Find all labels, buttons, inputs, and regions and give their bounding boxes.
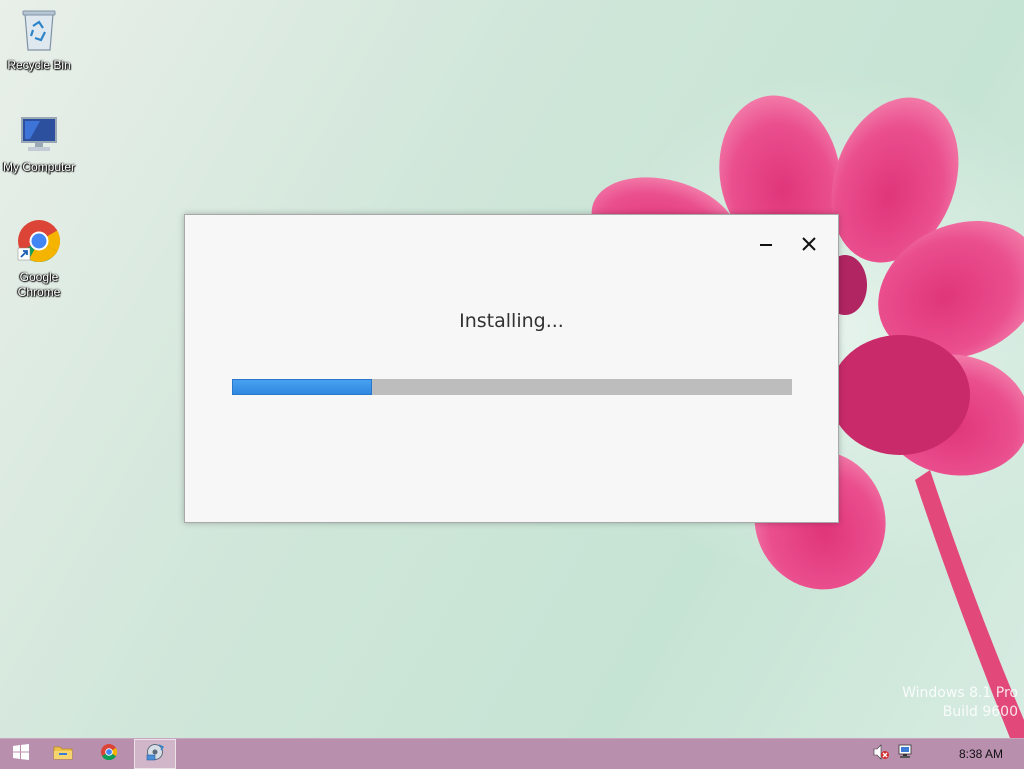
minimize-icon <box>759 236 773 255</box>
desktop-icon-google-chrome[interactable]: Google Chrome <box>0 218 78 300</box>
taskbar-clock[interactable]: 8:38 AM <box>946 739 1016 769</box>
desktop-icon-label: Google Chrome <box>17 270 61 299</box>
desktop-icon-label: Recycle Bin <box>7 58 71 72</box>
network-icon <box>897 744 915 764</box>
taskbar-chrome[interactable] <box>88 739 130 769</box>
taskbar-installer[interactable] <box>134 739 176 769</box>
taskbar-file-explorer[interactable] <box>42 739 84 769</box>
tray-network[interactable] <box>897 744 915 764</box>
recycle-bin-icon <box>0 6 78 56</box>
install-progress-bar <box>232 379 792 395</box>
minimize-button[interactable] <box>751 233 781 257</box>
install-progress-fill <box>232 379 372 395</box>
desktop-icon-recycle-bin[interactable]: Recycle Bin <box>0 6 78 73</box>
windows-start-icon <box>13 744 29 764</box>
windows-version-watermark: Windows 8.1 Pro Build 9600 <box>902 684 1018 722</box>
installer-dialog: Installing... <box>184 214 839 523</box>
installer-icon <box>145 742 165 766</box>
close-button[interactable] <box>794 233 824 257</box>
taskbar: 8:38 AM <box>0 738 1024 769</box>
watermark-edition: Windows 8.1 Pro <box>902 685 1018 701</box>
start-button[interactable] <box>0 739 42 769</box>
desktop-icon-label: My Computer <box>2 160 76 174</box>
computer-icon <box>0 114 78 158</box>
chrome-icon <box>100 743 118 765</box>
watermark-build: Build 9600 <box>942 704 1018 720</box>
close-icon <box>802 236 816 255</box>
speaker-muted-icon <box>872 744 890 764</box>
desktop-icon-my-computer[interactable]: My Computer <box>0 114 78 175</box>
tray-volume[interactable] <box>872 744 890 764</box>
chrome-icon <box>0 218 78 268</box>
file-explorer-icon <box>53 743 73 765</box>
installing-status-text: Installing... <box>459 310 564 332</box>
